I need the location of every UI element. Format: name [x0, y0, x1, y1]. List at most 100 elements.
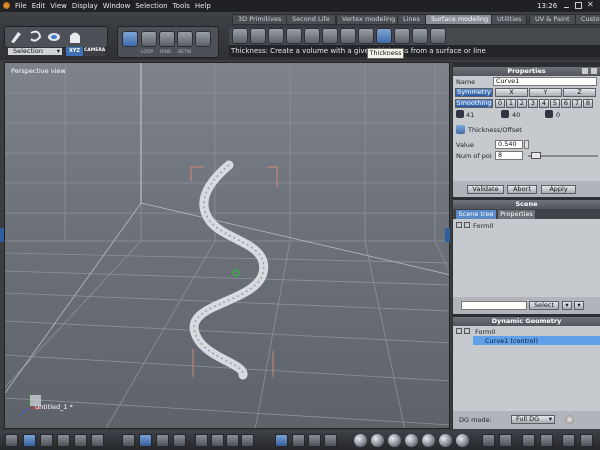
move-view-icon[interactable] — [195, 434, 208, 447]
render-icon[interactable] — [540, 434, 553, 447]
visibility-icon[interactable] — [456, 222, 462, 228]
smoothing-2-button[interactable]: 2 — [517, 99, 527, 108]
ring-button[interactable]: RING — [160, 50, 171, 55]
scissors-icon[interactable] — [292, 434, 305, 447]
tab-lines[interactable]: Lines — [397, 14, 426, 25]
selection-dropdown[interactable]: Selection ▾ — [7, 47, 63, 56]
symmetry-button[interactable]: Symmetry — [455, 88, 493, 97]
num-points-field[interactable]: 8 — [495, 151, 523, 160]
smoothing-8-button[interactable]: 8 — [583, 99, 593, 108]
smoothing-4-button[interactable]: 4 — [539, 99, 549, 108]
material-sphere-4-icon[interactable] — [405, 434, 418, 447]
menu-edit[interactable]: Edit — [32, 2, 46, 10]
edge-mode-icon[interactable] — [159, 31, 175, 47]
dg-refresh-icon[interactable] — [565, 415, 574, 424]
dg-item-form0[interactable]: Form0 — [475, 328, 496, 336]
layout-split-v-icon[interactable] — [57, 434, 70, 447]
tab-vertex-modeling[interactable]: Vertex modeling — [336, 14, 402, 25]
export-icon[interactable] — [522, 434, 535, 447]
dg-mode-dropdown[interactable]: Full DG ▾ — [511, 415, 555, 424]
panel-close-icon[interactable] — [591, 68, 597, 74]
offset-icon[interactable] — [358, 28, 374, 44]
tab-uv-paint[interactable]: UV & Paint — [529, 14, 576, 25]
smoothing-6-button[interactable]: 6 — [561, 99, 571, 108]
tab-utilities[interactable]: Utilities — [491, 14, 528, 25]
light-icon[interactable] — [482, 434, 495, 447]
layout-single-icon[interactable] — [5, 434, 18, 447]
zoom-view-icon[interactable] — [211, 434, 224, 447]
loop-button[interactable]: LOOP — [141, 50, 153, 55]
xyz-button[interactable]: XYZ — [66, 47, 83, 56]
smoothing-7-button[interactable]: 7 — [572, 99, 582, 108]
dg-visibility-icon[interactable] — [456, 328, 462, 334]
dg-item-curve1[interactable]: Curve1 (control) — [485, 337, 538, 345]
settings-icon[interactable] — [562, 434, 575, 447]
shell-mode-icon[interactable] — [195, 31, 211, 47]
material-sphere-3-icon[interactable] — [388, 434, 401, 447]
sweep-icon[interactable] — [268, 28, 284, 44]
ghost-icon[interactable] — [67, 29, 83, 45]
scene-light-icon[interactable] — [499, 434, 512, 447]
revolve-icon[interactable] — [250, 28, 266, 44]
scene-select-input[interactable] — [461, 301, 527, 310]
value-spinner[interactable] — [524, 140, 529, 149]
value-field[interactable]: 0.540 — [495, 140, 523, 149]
menu-help[interactable]: Help — [195, 2, 211, 10]
abort-button[interactable]: Abort — [507, 185, 537, 194]
select-button[interactable]: Select — [529, 301, 559, 310]
smoothing-3-button[interactable]: 3 — [528, 99, 538, 108]
validate-button[interactable]: Validate — [467, 185, 504, 194]
menu-selection[interactable]: Selection — [135, 2, 167, 10]
camera-button[interactable]: CAMERA — [84, 47, 105, 56]
layout-split-h-icon[interactable] — [40, 434, 53, 447]
vertex-mode-icon[interactable] — [177, 31, 193, 47]
layout-quad-icon[interactable] — [23, 434, 36, 447]
tab-surface-modeling[interactable]: Surface modeling — [425, 14, 495, 25]
menu-display[interactable]: Display — [72, 2, 98, 10]
smoothing-1-button[interactable]: 1 — [506, 99, 516, 108]
cap-icon[interactable] — [430, 28, 446, 44]
lasso-icon[interactable] — [27, 29, 43, 45]
zoom-rect-icon[interactable] — [46, 29, 62, 45]
magnet-icon[interactable] — [324, 434, 337, 447]
tab-scene-properties[interactable]: Properties — [498, 210, 535, 219]
pipe-icon[interactable] — [322, 28, 338, 44]
menu-tools[interactable]: Tools — [173, 2, 190, 10]
right-collapse-handle[interactable] — [445, 228, 450, 242]
tab-custom[interactable]: Custo — [575, 14, 600, 25]
object-mode-icon[interactable] — [122, 31, 138, 47]
face-mode-icon[interactable] — [141, 31, 157, 47]
betw-button[interactable]: BETW — [178, 50, 191, 55]
material-sphere-6-icon[interactable] — [439, 434, 452, 447]
thickness-icon[interactable] — [376, 28, 392, 44]
select-options-icon[interactable]: ▾ — [574, 301, 584, 310]
texture-mode-icon[interactable] — [139, 434, 152, 447]
fillet-icon[interactable] — [394, 28, 410, 44]
menu-view[interactable]: View — [50, 2, 67, 10]
scene-item-form0[interactable]: Form0 — [473, 222, 494, 230]
material-sphere-1-icon[interactable] — [354, 434, 367, 447]
pivot-gizmo-icon[interactable] — [232, 269, 240, 277]
bevel-icon[interactable] — [340, 28, 356, 44]
dg-lock-icon[interactable] — [464, 328, 470, 334]
symmetry-x-button[interactable]: X — [495, 88, 528, 97]
wire-mode-icon[interactable] — [156, 434, 169, 447]
tab-3d-primitives[interactable]: 3D Primitives — [232, 14, 288, 25]
smoothing-0-button[interactable]: 0 — [495, 99, 505, 108]
material-sphere-5-icon[interactable] — [422, 434, 435, 447]
paint-select-icon[interactable] — [8, 29, 24, 45]
camera-snapshot-icon[interactable] — [580, 434, 593, 447]
loft-icon[interactable] — [286, 28, 302, 44]
close-icon[interactable]: ✕ — [587, 0, 594, 9]
perspective-viewport[interactable]: Perspective view untitled_1 * — [4, 62, 450, 429]
layout-three-icon[interactable] — [74, 434, 87, 447]
select-dropdown-icon[interactable]: ▾ — [562, 301, 572, 310]
apply-button[interactable]: Apply — [541, 185, 576, 194]
maximize-icon[interactable] — [575, 2, 582, 9]
search-icon[interactable] — [226, 434, 239, 447]
left-collapse-handle[interactable] — [0, 228, 4, 242]
coons-icon[interactable] — [304, 28, 320, 44]
smoothing-5-button[interactable]: 5 — [550, 99, 560, 108]
smoothing-button[interactable]: Smoothing — [455, 99, 493, 108]
hand-icon[interactable] — [308, 434, 321, 447]
